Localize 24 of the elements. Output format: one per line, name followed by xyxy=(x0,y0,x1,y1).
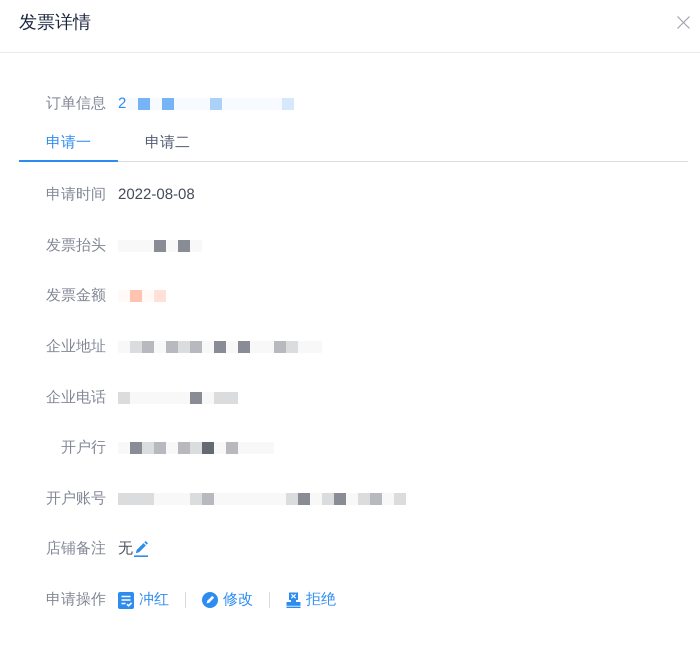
stamp-icon xyxy=(286,592,301,608)
field-value: 无 xyxy=(118,539,133,560)
field-label: 订单信息 xyxy=(46,94,106,114)
field-label: 申请操作 xyxy=(46,590,106,610)
document-icon xyxy=(118,592,134,609)
field-label: 开户行 xyxy=(60,438,106,458)
field-label: 开户账号 xyxy=(46,488,106,509)
field-label: 发票金额 xyxy=(46,286,106,306)
dialog-title: 发票详情 xyxy=(19,11,91,34)
field-label: 发票抬头 xyxy=(46,236,106,256)
edit-icon xyxy=(202,592,218,608)
field-value: 2022-08-08 xyxy=(118,185,195,206)
tab[interactable]: 申请二 xyxy=(118,124,217,162)
field-label: 店铺备注 xyxy=(46,539,106,560)
tab[interactable]: 申请一 xyxy=(19,124,118,162)
reject-link[interactable]: 拒绝 xyxy=(286,590,336,610)
field-label: 企业电话 xyxy=(46,388,106,408)
field-label: 申请时间 xyxy=(46,185,106,206)
order-number[interactable]: 2 xyxy=(118,94,126,114)
close-icon[interactable] xyxy=(677,16,690,28)
field-label: 企业地址 xyxy=(46,337,106,358)
edit-link[interactable]: 修改 xyxy=(202,590,253,610)
edit-icon[interactable] xyxy=(134,541,148,558)
reverse-invoice-link[interactable]: 冲红 xyxy=(118,590,169,610)
